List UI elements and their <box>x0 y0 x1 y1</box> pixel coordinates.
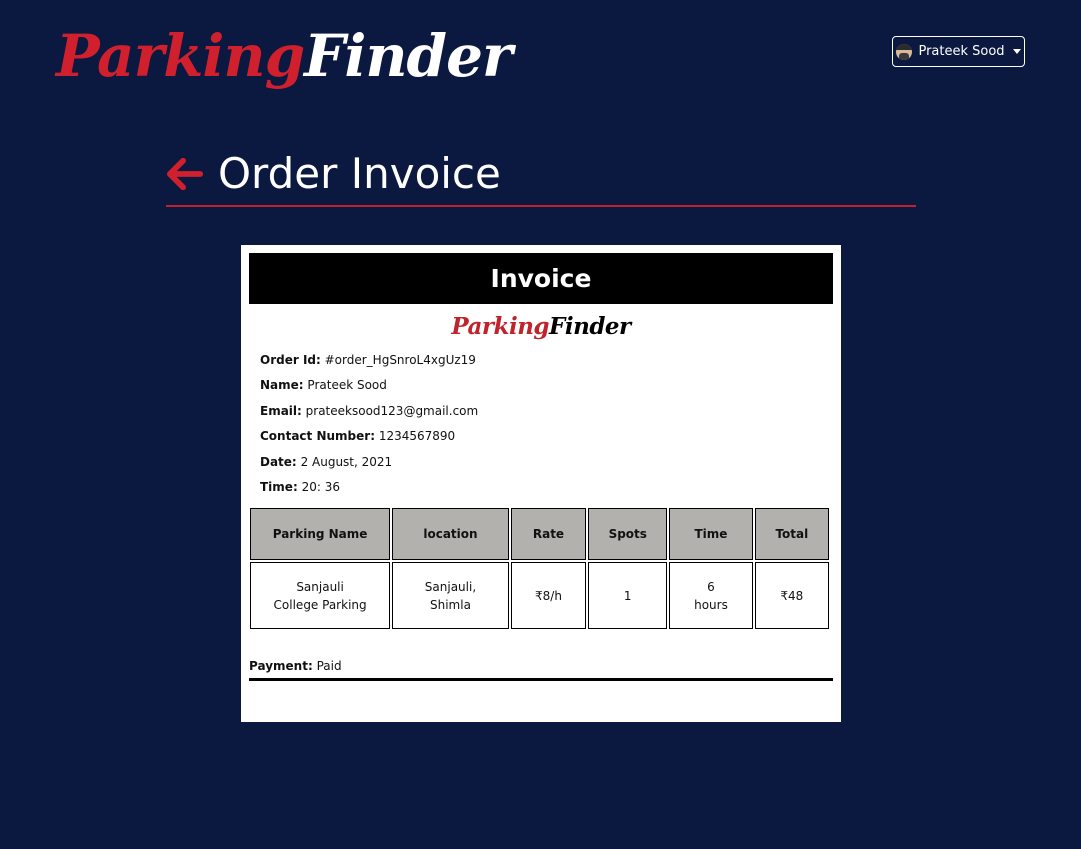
brand-logo-part2: Finder <box>304 22 512 90</box>
name-value: Prateek Sood <box>307 378 387 393</box>
col-time: Time <box>669 508 753 561</box>
invoice-heading: Invoice <box>249 253 833 304</box>
col-spots: Spots <box>588 508 668 561</box>
time-row: Time: 20: 36 <box>260 475 833 500</box>
time-line2: hours <box>694 597 728 612</box>
name-row: Name: Prateek Sood <box>260 373 833 398</box>
name-label: Name: <box>260 378 304 393</box>
brand-logo-part1: Parking <box>56 22 305 90</box>
invoice-brand-part2: Finder <box>549 313 631 340</box>
location-line2: Shimla <box>429 597 471 612</box>
invoice-brand-part1: Parking <box>451 313 550 340</box>
contact-row: Contact Number: 1234567890 <box>260 424 833 449</box>
time-label: Time: <box>260 479 298 494</box>
location-line1: Sanjauli, <box>424 579 477 594</box>
invoice-brand-logo: ParkingFinder <box>249 310 833 344</box>
time-value: 20: 36 <box>301 479 340 494</box>
page-header: Order Invoice <box>166 150 916 198</box>
contact-label: Contact Number: <box>260 429 375 444</box>
cell-time: 6 hours <box>669 562 753 630</box>
page-title: Order Invoice <box>218 149 501 198</box>
time-line1: 6 <box>707 579 715 594</box>
cell-parking-name: Sanjauli College Parking <box>250 562 391 630</box>
contact-value: 1234567890 <box>378 429 456 444</box>
order-id-row: Order Id: #order_HgSnroL4xgUz19 <box>260 348 833 373</box>
col-location: location <box>392 508 509 561</box>
invoice-info: Order Id: #order_HgSnroL4xgUz19 Name: Pr… <box>249 348 833 500</box>
title-divider <box>166 205 916 207</box>
date-value: 2 August, 2021 <box>300 454 393 469</box>
cell-spots: 1 <box>588 562 668 630</box>
date-label: Date: <box>260 454 297 469</box>
brand-logo[interactable]: ParkingFinder <box>56 16 513 96</box>
invoice-card: Invoice ParkingFinder Order Id: #order_H… <box>241 245 841 722</box>
payment-label: Payment: <box>249 659 313 674</box>
email-label: Email: <box>260 403 302 418</box>
cell-location: Sanjauli, Shimla <box>392 562 509 630</box>
col-parking-name: Parking Name <box>250 508 391 561</box>
order-id-label: Order Id: <box>260 353 321 367</box>
col-rate: Rate <box>510 508 587 561</box>
caret-down-icon <box>1012 49 1021 54</box>
payment-status: Payment: Paid <box>249 659 833 682</box>
email-value: prateeksood123@gmail.com <box>305 403 479 418</box>
user-name: Prateek Sood <box>918 44 1005 59</box>
email-row: Email: prateeksood123@gmail.com <box>260 399 833 424</box>
payment-value: Paid <box>316 659 342 674</box>
back-arrow-icon[interactable] <box>166 155 204 193</box>
parking-name-line1: Sanjauli <box>296 579 344 594</box>
cell-total: ₹48 <box>754 562 829 630</box>
order-id-value: #order_HgSnroL4xgUz19 <box>324 353 476 367</box>
col-total: Total <box>754 508 829 561</box>
cell-rate: ₹8/h <box>510 562 587 630</box>
user-menu-button[interactable]: Prateek Sood <box>892 36 1025 67</box>
avatar <box>896 43 913 60</box>
invoice-table: Parking Name location Rate Spots Time To… <box>248 506 831 631</box>
table-row: Sanjauli College Parking Sanjauli, Shimla … <box>250 562 829 630</box>
date-row: Date: 2 August, 2021 <box>260 450 833 475</box>
table-header-row: Parking Name location Rate Spots Time To… <box>250 508 829 561</box>
parking-name-line2: College Parking <box>273 597 367 612</box>
